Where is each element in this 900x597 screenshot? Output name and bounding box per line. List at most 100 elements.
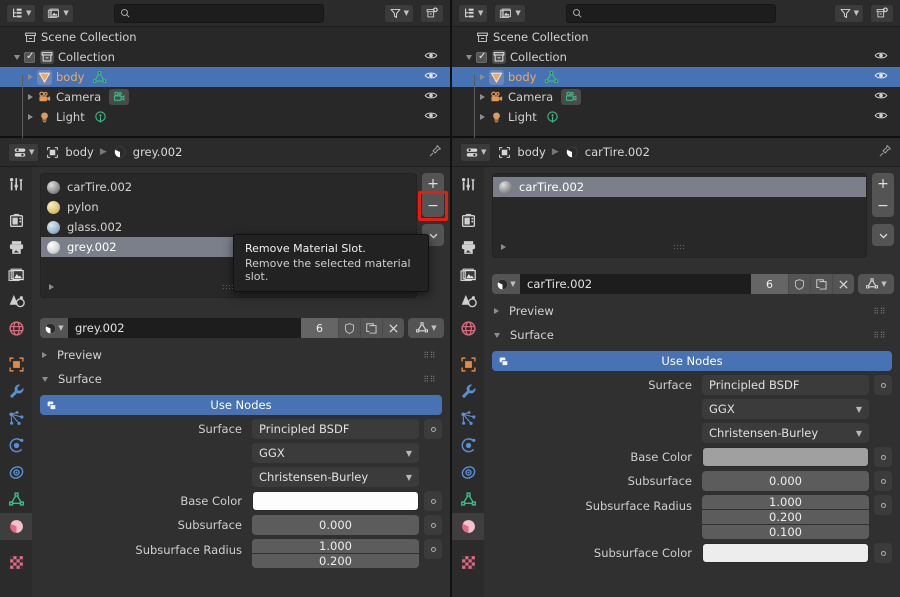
mesh-data-icon[interactable] [544, 70, 559, 85]
panel-preview-right[interactable]: Preview ⠿⠿ [484, 299, 900, 323]
radius-y-slider[interactable]: 0.200 [702, 510, 869, 524]
property-tab-physics[interactable] [0, 432, 32, 459]
property-tab-particles[interactable] [0, 405, 32, 432]
panel-drag-dots[interactable]: ⠿⠿ [873, 307, 886, 316]
material-node-filter-button[interactable]: ▼ [858, 274, 894, 294]
collection-checkbox[interactable] [476, 52, 487, 63]
property-tab-world[interactable] [452, 315, 484, 342]
outliner-row-body[interactable]: body [0, 67, 450, 87]
duplicate-material-button[interactable] [360, 318, 382, 338]
editor-type-selector[interactable]: ▼ [6, 4, 36, 23]
visibility-toggle[interactable] [424, 69, 438, 86]
subsurface-slider[interactable]: 0.000 [702, 471, 869, 491]
property-tab-material[interactable] [452, 513, 484, 540]
panel-preview-left[interactable]: Preview ⠿⠿ [32, 343, 450, 367]
unlink-material-button[interactable] [832, 274, 854, 294]
material-name-field[interactable]: grey.002 [68, 318, 301, 338]
property-tab-object[interactable] [452, 351, 484, 378]
editor-type-selector[interactable]: ▼ [460, 143, 491, 162]
link-socket-button[interactable] [874, 495, 892, 515]
pin-id-button[interactable] [878, 144, 892, 161]
breadcrumb-material[interactable]: carTire.002 [585, 145, 650, 159]
visibility-toggle[interactable] [874, 89, 888, 106]
link-socket-button[interactable] [424, 491, 442, 511]
link-socket-button[interactable] [424, 539, 442, 559]
outliner-display-mode-selector[interactable]: ▼ [494, 4, 525, 23]
visibility-toggle[interactable] [874, 109, 888, 126]
material-name-field[interactable]: carTire.002 [520, 274, 751, 294]
material-slot-row-selected[interactable]: carTire.002 [493, 177, 866, 197]
visibility-toggle[interactable] [874, 69, 888, 86]
property-tab-world[interactable] [0, 315, 32, 342]
base-color-swatch[interactable] [252, 491, 419, 511]
visibility-toggle[interactable] [424, 89, 438, 106]
property-tab-texture[interactable] [0, 549, 32, 576]
light-data-icon[interactable] [93, 110, 108, 125]
editor-type-selector[interactable]: ▼ [8, 143, 39, 162]
expander-down-icon[interactable] [14, 55, 20, 60]
radius-y-slider[interactable]: 0.200 [252, 554, 419, 568]
visibility-toggle[interactable] [874, 49, 888, 66]
unlink-material-button[interactable] [382, 318, 404, 338]
material-node-filter-button[interactable]: ▼ [408, 318, 444, 338]
camera-data-icon[interactable] [561, 89, 581, 105]
property-tab-material[interactable] [0, 513, 32, 540]
new-collection-button[interactable] [420, 4, 444, 23]
property-tab-constraints[interactable] [0, 459, 32, 486]
outliner-row-light[interactable]: Light [452, 107, 900, 127]
use-nodes-button-right[interactable]: Use Nodes [492, 351, 892, 371]
subsurface-method-dropdown[interactable]: Christensen-Burley ▼ [702, 423, 869, 443]
material-browse-button[interactable]: ▼ [40, 318, 68, 338]
outliner-row-camera[interactable]: Camera [0, 87, 450, 107]
subsurface-method-dropdown[interactable]: Christensen-Burley ▼ [252, 467, 419, 487]
property-tab-view-layer[interactable] [0, 261, 32, 288]
radius-z-slider[interactable]: 0.100 [702, 525, 869, 539]
outliner-row-scene-collection[interactable]: Scene Collection [0, 27, 450, 47]
expander-right-icon[interactable] [480, 74, 485, 80]
add-material-slot-button[interactable]: + [422, 173, 444, 195]
property-tab-particles[interactable] [452, 405, 484, 432]
panel-drag-dots[interactable]: ⠿⠿ [873, 331, 886, 340]
resize-grip-icon[interactable]: ∷∷ [673, 243, 685, 252]
editor-type-selector[interactable]: ▼ [458, 4, 488, 23]
pin-id-button[interactable] [428, 144, 442, 161]
light-data-icon[interactable] [545, 110, 560, 125]
property-tab-render[interactable] [0, 207, 32, 234]
expander-right-icon[interactable] [480, 114, 485, 120]
property-tab-output[interactable] [0, 234, 32, 261]
property-tab-constraints[interactable] [452, 459, 484, 486]
expander-right-icon[interactable] [501, 244, 506, 250]
panel-surface-left[interactable]: Surface ⠿⠿ [32, 367, 450, 391]
outliner-search-input[interactable] [114, 4, 324, 23]
material-slot-row[interactable]: carTire.002 [41, 177, 416, 197]
link-socket-button[interactable] [424, 515, 442, 535]
material-browse-button[interactable]: ▼ [492, 274, 520, 294]
surface-shader-dropdown[interactable]: Principled BSDF [252, 419, 419, 439]
property-tab-physics[interactable] [452, 432, 484, 459]
outliner-row-collection[interactable]: Collection [0, 47, 450, 67]
property-tab-modifiers[interactable] [452, 378, 484, 405]
outliner-filter-button[interactable]: ▼ [834, 4, 864, 23]
link-socket-button[interactable] [874, 471, 892, 491]
outliner-filter-button[interactable]: ▼ [384, 4, 414, 23]
material-slot-row[interactable]: pylon [41, 197, 416, 217]
fake-user-button[interactable] [338, 318, 360, 338]
link-socket-button[interactable] [874, 375, 892, 395]
expander-right-icon[interactable] [28, 114, 33, 120]
breadcrumb-object[interactable]: body [65, 145, 93, 159]
property-tab-tool[interactable] [0, 171, 32, 198]
panel-drag-dots[interactable]: ⠿⠿ [423, 351, 436, 360]
outliner-row-scene-collection[interactable]: Scene Collection [452, 27, 900, 47]
link-socket-button[interactable] [424, 419, 442, 439]
radius-x-slider[interactable]: 1.000 [252, 539, 419, 553]
expander-right-icon[interactable] [480, 94, 485, 100]
property-tab-tool[interactable] [452, 171, 484, 198]
collection-checkbox[interactable] [24, 52, 35, 63]
property-tab-scene[interactable] [452, 288, 484, 315]
new-collection-button[interactable] [870, 4, 894, 23]
distribution-dropdown[interactable]: GGX ▼ [702, 399, 869, 419]
property-tab-output[interactable] [452, 234, 484, 261]
outliner-row-camera[interactable]: Camera [452, 87, 900, 107]
distribution-dropdown[interactable]: GGX ▼ [252, 443, 419, 463]
breadcrumb-object[interactable]: body [517, 145, 545, 159]
